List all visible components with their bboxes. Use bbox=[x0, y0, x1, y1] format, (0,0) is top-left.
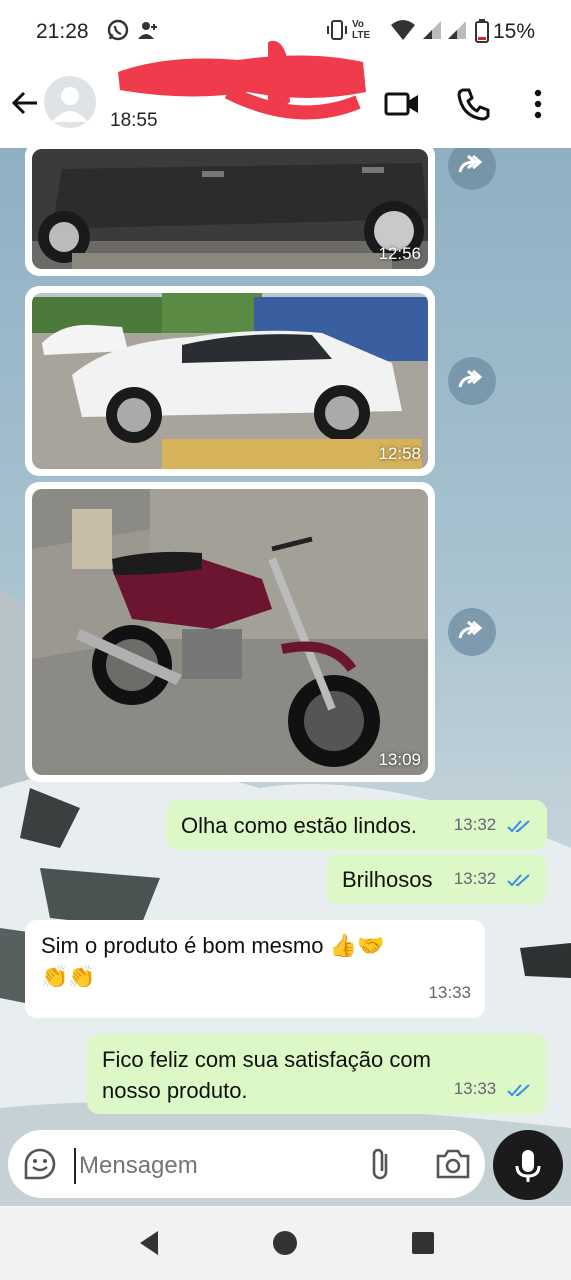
back-arrow-icon[interactable] bbox=[10, 88, 40, 118]
message-meta: 13:32 bbox=[454, 809, 533, 840]
signal-icon bbox=[423, 21, 441, 39]
double-check-icon bbox=[507, 1083, 530, 1096]
outgoing-message[interactable]: Brilhosos 13:32 bbox=[327, 854, 547, 904]
attach-icon[interactable] bbox=[366, 1146, 396, 1182]
photo-white-car[interactable] bbox=[32, 293, 428, 469]
battery-icon bbox=[475, 19, 489, 43]
incoming-message[interactable]: Sim o produto é bom mesmo 👍🤝 👏👏 13:33 bbox=[25, 920, 485, 1018]
message-meta: 13:32 bbox=[454, 863, 533, 894]
more-options-icon[interactable] bbox=[518, 84, 558, 124]
contact-avatar[interactable] bbox=[44, 76, 96, 128]
message-time: 13:32 bbox=[453, 815, 497, 834]
signal-icon-2 bbox=[448, 21, 466, 39]
status-time: 21:28 bbox=[36, 20, 89, 43]
nav-recents-icon[interactable] bbox=[408, 1228, 438, 1258]
wifi-icon bbox=[391, 20, 415, 40]
image-time: 12:58 bbox=[378, 444, 421, 463]
outgoing-message[interactable]: Olha como estão lindos. 13:32 bbox=[166, 800, 547, 850]
motorcycle-image bbox=[32, 489, 428, 775]
nav-home-icon[interactable] bbox=[270, 1228, 300, 1258]
image-time: 12:56 bbox=[378, 244, 421, 263]
message-text-line2: 👏👏 bbox=[41, 964, 96, 989]
nav-back-icon[interactable] bbox=[134, 1228, 164, 1258]
message-text: Olha como estão lindos. bbox=[181, 813, 418, 838]
image-time: 13:09 bbox=[378, 750, 421, 769]
message-input[interactable] bbox=[74, 1148, 341, 1184]
double-check-icon bbox=[507, 873, 530, 886]
white-car-image bbox=[32, 293, 428, 469]
image-message[interactable]: 13:09 bbox=[25, 482, 435, 782]
battery-percent: 15% bbox=[492, 20, 535, 43]
sticker-icon[interactable] bbox=[22, 1146, 58, 1182]
camera-icon[interactable] bbox=[435, 1148, 471, 1180]
message-text: Fico feliz com sua satisfação com bbox=[102, 1047, 431, 1072]
voice-record-button[interactable] bbox=[493, 1130, 563, 1200]
message-input-bar bbox=[8, 1130, 485, 1198]
chat-area[interactable]: 12:56 12:58 13:09 Olha como estão lindos… bbox=[0, 148, 571, 1206]
message-time: 13:32 bbox=[453, 869, 497, 888]
forward-icon bbox=[458, 369, 483, 388]
photo-motorcycle[interactable] bbox=[32, 489, 428, 775]
message-text: Brilhosos bbox=[342, 867, 433, 892]
system-nav-bar bbox=[0, 1206, 571, 1280]
forward-button[interactable] bbox=[448, 148, 496, 190]
image-message[interactable]: 12:56 bbox=[25, 148, 435, 276]
last-seen-time: 18:55 bbox=[110, 110, 158, 131]
photo-gray-car[interactable] bbox=[32, 149, 428, 269]
gray-car-image bbox=[32, 149, 428, 269]
message-text: Sim o produto é bom mesmo 👍🤝 bbox=[41, 933, 385, 958]
phone-call-icon[interactable] bbox=[454, 84, 494, 124]
video-call-icon[interactable] bbox=[382, 84, 422, 124]
forward-icon bbox=[458, 154, 483, 173]
forward-icon bbox=[458, 620, 483, 639]
chat-header: 18:55 bbox=[0, 40, 571, 148]
default-avatar-icon bbox=[52, 87, 88, 122]
outgoing-message[interactable]: Fico feliz com sua satisfação com nosso … bbox=[87, 1034, 547, 1114]
image-message[interactable]: 12:58 bbox=[25, 286, 435, 476]
message-time: 13:33 bbox=[453, 1079, 497, 1098]
forward-button[interactable] bbox=[448, 357, 496, 405]
forward-button[interactable] bbox=[448, 608, 496, 656]
microphone-icon bbox=[515, 1150, 541, 1182]
double-check-icon bbox=[507, 819, 530, 832]
message-time: 13:33 bbox=[428, 983, 471, 1002]
message-meta: 13:33 bbox=[454, 1073, 533, 1104]
